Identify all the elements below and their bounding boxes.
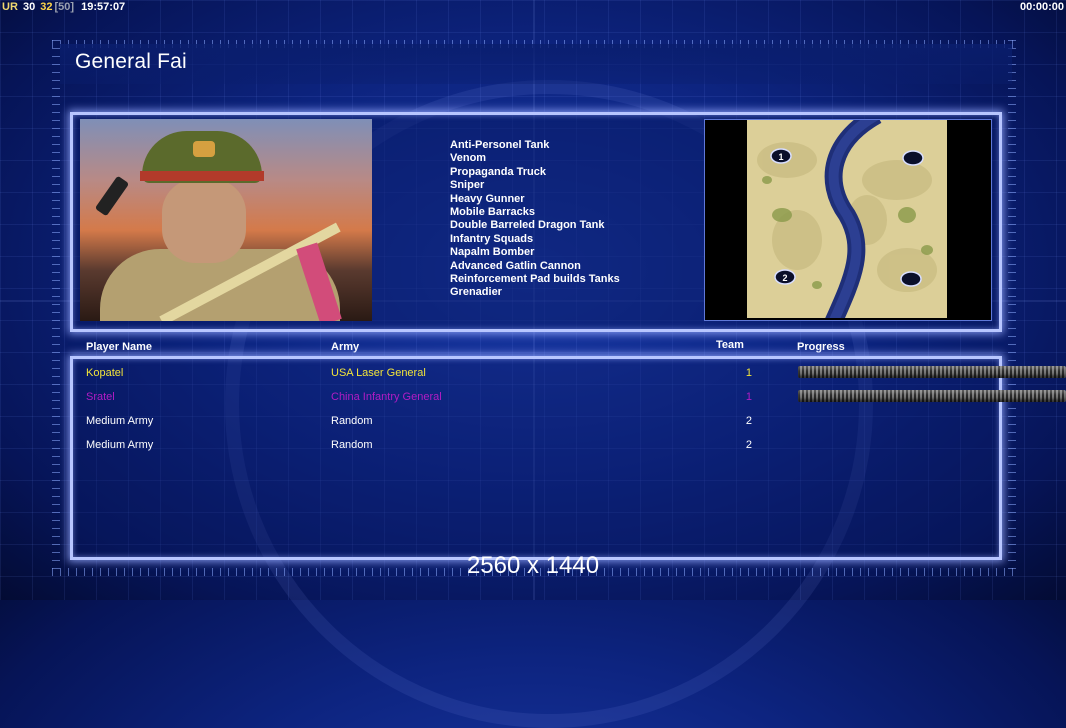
player-row: Kopatel USA Laser General 1: [0, 364, 1066, 384]
player-progress-bar: [798, 366, 1066, 378]
player-army: Random: [331, 415, 373, 427]
portrait-cap-emblem: [193, 141, 215, 157]
unit-item: Propaganda Truck: [450, 165, 546, 178]
player-name: Kopatel: [86, 367, 124, 379]
hud-value-a: 30: [22, 1, 36, 13]
resolution-label: 2560 x 1440: [466, 552, 600, 579]
page-title: General Fai: [75, 50, 187, 73]
general-portrait: [80, 119, 372, 321]
hud-value-b: 32: [40, 1, 53, 13]
unit-item: Heavy Gunner: [450, 192, 525, 205]
header-player-name: Player Name: [86, 341, 153, 353]
map-terrain: 1 2: [747, 120, 947, 318]
player-team: 1: [745, 391, 752, 403]
unit-list: Anti-Personel Tank Venom Propaganda Truc…: [450, 139, 620, 300]
portrait-cap-band: [140, 171, 264, 181]
header-progress: Progress: [797, 341, 845, 353]
hud-clock: 19:57:07: [81, 1, 126, 13]
players-panel: [70, 356, 1002, 560]
player-team: 2: [745, 439, 752, 451]
player-progress-bar: [798, 390, 1066, 402]
unit-item: Infantry Squads: [450, 232, 534, 245]
player-army: Random: [331, 439, 373, 451]
player-row: Medium Army Random 2: [0, 412, 1066, 432]
hud-tag: UR: [2, 1, 18, 13]
unit-item: Mobile Barracks: [450, 206, 535, 219]
frame-ruler-right: [1008, 40, 1016, 576]
unit-item: Double Barreled Dragon Tank: [450, 219, 605, 232]
pistol-icon: [94, 175, 130, 217]
start-position-1[interactable]: 1: [770, 148, 792, 164]
player-row: Sratel China Infantry General 1: [0, 388, 1066, 408]
unit-item: Reinforcement Pad builds Tanks: [450, 273, 620, 286]
player-team: 2: [745, 415, 752, 427]
start-label-2: 2: [782, 273, 787, 283]
header-army: Army: [331, 341, 360, 353]
player-army: USA Laser General: [331, 367, 426, 379]
start-label-1: 1: [778, 152, 783, 162]
player-army: China Infantry General: [331, 391, 442, 403]
player-name: Medium Army: [86, 415, 154, 427]
unit-item: Sniper: [450, 179, 485, 192]
unit-item: Advanced Gatlin Cannon: [450, 259, 581, 272]
start-position-3[interactable]: [902, 150, 924, 166]
unit-item: Napalm Bomber: [450, 246, 535, 259]
hud-stats: UR 30 32 [50] 19:57:07: [2, 1, 127, 13]
player-row: Medium Army Random 2: [0, 436, 1066, 456]
frame-ruler-left: [52, 40, 60, 576]
start-position-2[interactable]: 2: [774, 269, 796, 285]
player-name: Sratel: [86, 391, 115, 403]
start-position-4[interactable]: [900, 271, 922, 287]
title-bar: [60, 44, 1012, 84]
map-preview: 1 2: [747, 120, 947, 318]
header-team: Team: [716, 339, 744, 351]
player-team: 1: [745, 367, 752, 379]
portrait-face: [162, 179, 246, 263]
player-name: Medium Army: [86, 439, 154, 451]
hud-bracket: [50]: [54, 1, 75, 13]
unit-item: Grenadier: [450, 286, 502, 299]
unit-item: Anti-Personel Tank: [450, 139, 550, 151]
unit-item: Venom: [450, 152, 487, 165]
hud-timer: 00:00:00: [1019, 1, 1064, 13]
